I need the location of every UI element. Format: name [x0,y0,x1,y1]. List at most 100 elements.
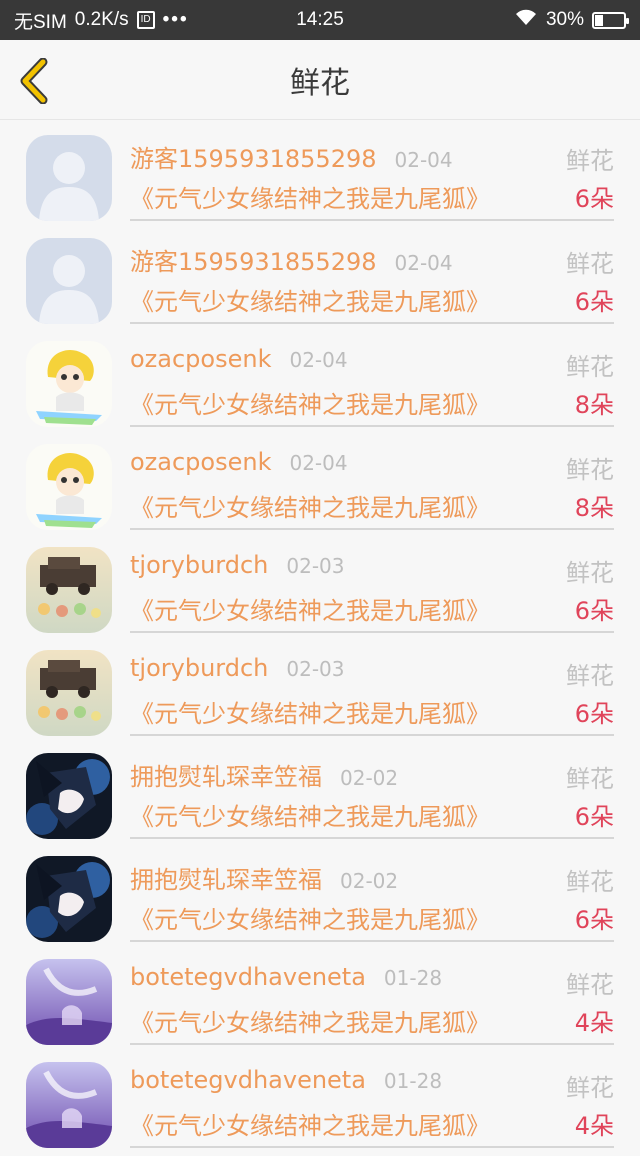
username[interactable]: 游客1595931855298 [130,139,377,174]
list-item-content: 游客1595931855298 02-04 鲜花 《元气少女缘结神之我是九尾狐》… [130,238,614,324]
cartoon-avatar-icon [26,340,112,427]
app-header: 鲜花 [0,40,640,120]
list-item[interactable]: 游客1595931855298 02-04 鲜花 《元气少女缘结神之我是九尾狐》… [0,229,640,332]
username[interactable]: 拥抱熨轧琛幸笠福 [130,860,322,895]
list-item[interactable]: 拥抱熨轧琛幸笠福 02-02 鲜花 《元气少女缘结神之我是九尾狐》 6朵 [0,847,640,950]
list-item-content: tjoryburdch 02-03 鲜花 《元气少女缘结神之我是九尾狐》 6朵 [130,547,614,633]
list-item-content: botetegvdhaveneta 01-28 鲜花 《元气少女缘结神之我是九尾… [130,959,614,1045]
gift-type: 鲜花 [566,867,614,896]
flower-count: 6朵 [574,699,614,728]
gift-date: 01-28 [383,965,443,990]
avatar[interactable] [26,649,112,736]
status-bar: 无SIM 0.2K/s ID ••• 14:25 30% [0,0,640,40]
page-title: 鲜花 [290,65,350,101]
book-title[interactable]: 《元气少女缘结神之我是九尾狐》 [130,1003,490,1038]
gift-type: 鲜花 [566,249,614,278]
list-item[interactable]: tjoryburdch 02-03 鲜花 《元气少女缘结神之我是九尾狐》 6朵 [0,538,640,641]
flower-count: 4朵 [574,1111,614,1140]
flower-count: 6朵 [574,287,614,316]
gift-date: 02-04 [289,347,348,372]
flower-count: 6朵 [574,596,614,625]
book-title[interactable]: 《元气少女缘结神之我是九尾狐》 [130,385,490,420]
username[interactable]: ozacposenk [130,345,271,373]
list-item[interactable]: ozacposenk 02-04 鲜花 《元气少女缘结神之我是九尾狐》 8朵 [0,435,640,538]
gift-type: 鲜花 [566,455,614,484]
default-avatar-icon [26,237,112,324]
gift-date: 02-04 [394,147,453,172]
book-title[interactable]: 《元气少女缘结神之我是九尾狐》 [130,591,490,626]
book-title[interactable]: 《元气少女缘结神之我是九尾狐》 [130,1106,490,1141]
list-item[interactable]: 游客1595931855298 02-04 鲜花 《元气少女缘结神之我是九尾狐》… [0,126,640,229]
chevron-left-icon [20,58,48,104]
book-title[interactable]: 《元气少女缘结神之我是九尾狐》 [130,282,490,317]
flower-count: 6朵 [574,905,614,934]
gift-date: 01-28 [383,1068,443,1093]
flower-gift-list: 游客1595931855298 02-04 鲜花 《元气少女缘结神之我是九尾狐》… [0,120,640,1156]
username[interactable]: tjoryburdch [130,654,268,682]
flower-count: 6朵 [574,184,614,213]
car-avatar-icon [26,546,112,633]
gift-type: 鲜花 [566,1073,614,1102]
list-item[interactable]: tjoryburdch 02-03 鲜花 《元气少女缘结神之我是九尾狐》 6朵 [0,641,640,744]
avatar[interactable] [26,855,112,942]
username[interactable]: botetegvdhaveneta [130,963,366,991]
list-item-content: botetegvdhaveneta 01-28 鲜花 《元气少女缘结神之我是九尾… [130,1062,614,1148]
username[interactable]: 游客1595931855298 [130,242,377,277]
carrier-label: 无SIM [14,11,67,33]
book-title[interactable]: 《元气少女缘结神之我是九尾狐》 [130,900,490,935]
back-button[interactable] [14,56,54,106]
avatar[interactable] [26,443,112,530]
purple-avatar-icon [26,1061,112,1148]
list-item-content: ozacposenk 02-04 鲜花 《元气少女缘结神之我是九尾狐》 8朵 [130,444,614,530]
book-title[interactable]: 《元气少女缘结神之我是九尾狐》 [130,694,490,729]
avatar[interactable] [26,752,112,839]
list-item-content: 拥抱熨轧琛幸笠福 02-02 鲜花 《元气少女缘结神之我是九尾狐》 6朵 [130,753,614,839]
gift-type: 鲜花 [566,764,614,793]
gift-date: 02-02 [340,765,399,790]
network-speed: 0.2K/s [74,9,129,30]
gift-type: 鲜花 [566,661,614,690]
gift-type: 鲜花 [566,146,614,175]
gift-type: 鲜花 [566,558,614,587]
gift-date: 02-04 [289,450,348,475]
cartoon-avatar-icon [26,443,112,530]
avatar[interactable] [26,546,112,633]
gift-date: 02-02 [340,868,399,893]
list-item[interactable]: ozacposenk 02-04 鲜花 《元气少女缘结神之我是九尾狐》 8朵 [0,332,640,435]
more-notifications-icon: ••• [162,9,189,30]
book-title[interactable]: 《元气少女缘结神之我是九尾狐》 [130,797,490,832]
avatar[interactable] [26,1061,112,1148]
sim-icon: ID [136,11,155,29]
gift-date: 02-03 [286,656,345,681]
flower-count: 4朵 [574,1008,614,1037]
battery-icon [592,11,629,29]
list-item[interactable]: 拥抱熨轧琛幸笠福 02-02 鲜花 《元气少女缘结神之我是九尾狐》 6朵 [0,744,640,847]
list-item[interactable]: botetegvdhaveneta 01-28 鲜花 《元气少女缘结神之我是九尾… [0,1053,640,1156]
book-title[interactable]: 《元气少女缘结神之我是九尾狐》 [130,179,490,214]
list-item-content: 拥抱熨轧琛幸笠福 02-02 鲜花 《元气少女缘结神之我是九尾狐》 6朵 [130,856,614,942]
username[interactable]: tjoryburdch [130,551,268,579]
gift-type: 鲜花 [566,352,614,381]
username[interactable]: botetegvdhaveneta [130,1066,366,1094]
gift-date: 02-04 [394,250,453,275]
flower-count: 6朵 [574,802,614,831]
avatar[interactable] [26,237,112,324]
flower-count: 8朵 [574,493,614,522]
wifi-icon [514,8,538,32]
avatar[interactable] [26,340,112,427]
username[interactable]: ozacposenk [130,448,271,476]
anime-avatar-icon [26,752,112,839]
username[interactable]: 拥抱熨轧琛幸笠福 [130,757,322,792]
avatar[interactable] [26,958,112,1045]
avatar[interactable] [26,134,112,221]
anime-avatar-icon [26,855,112,942]
gift-date: 02-03 [286,553,345,578]
gift-type: 鲜花 [566,970,614,999]
purple-avatar-icon [26,958,112,1045]
list-item[interactable]: botetegvdhaveneta 01-28 鲜花 《元气少女缘结神之我是九尾… [0,950,640,1053]
book-title[interactable]: 《元气少女缘结神之我是九尾狐》 [130,488,490,523]
battery-percent: 30% [545,9,584,30]
list-item-content: ozacposenk 02-04 鲜花 《元气少女缘结神之我是九尾狐》 8朵 [130,341,614,427]
default-avatar-icon [26,134,112,221]
car-avatar-icon [26,649,112,736]
